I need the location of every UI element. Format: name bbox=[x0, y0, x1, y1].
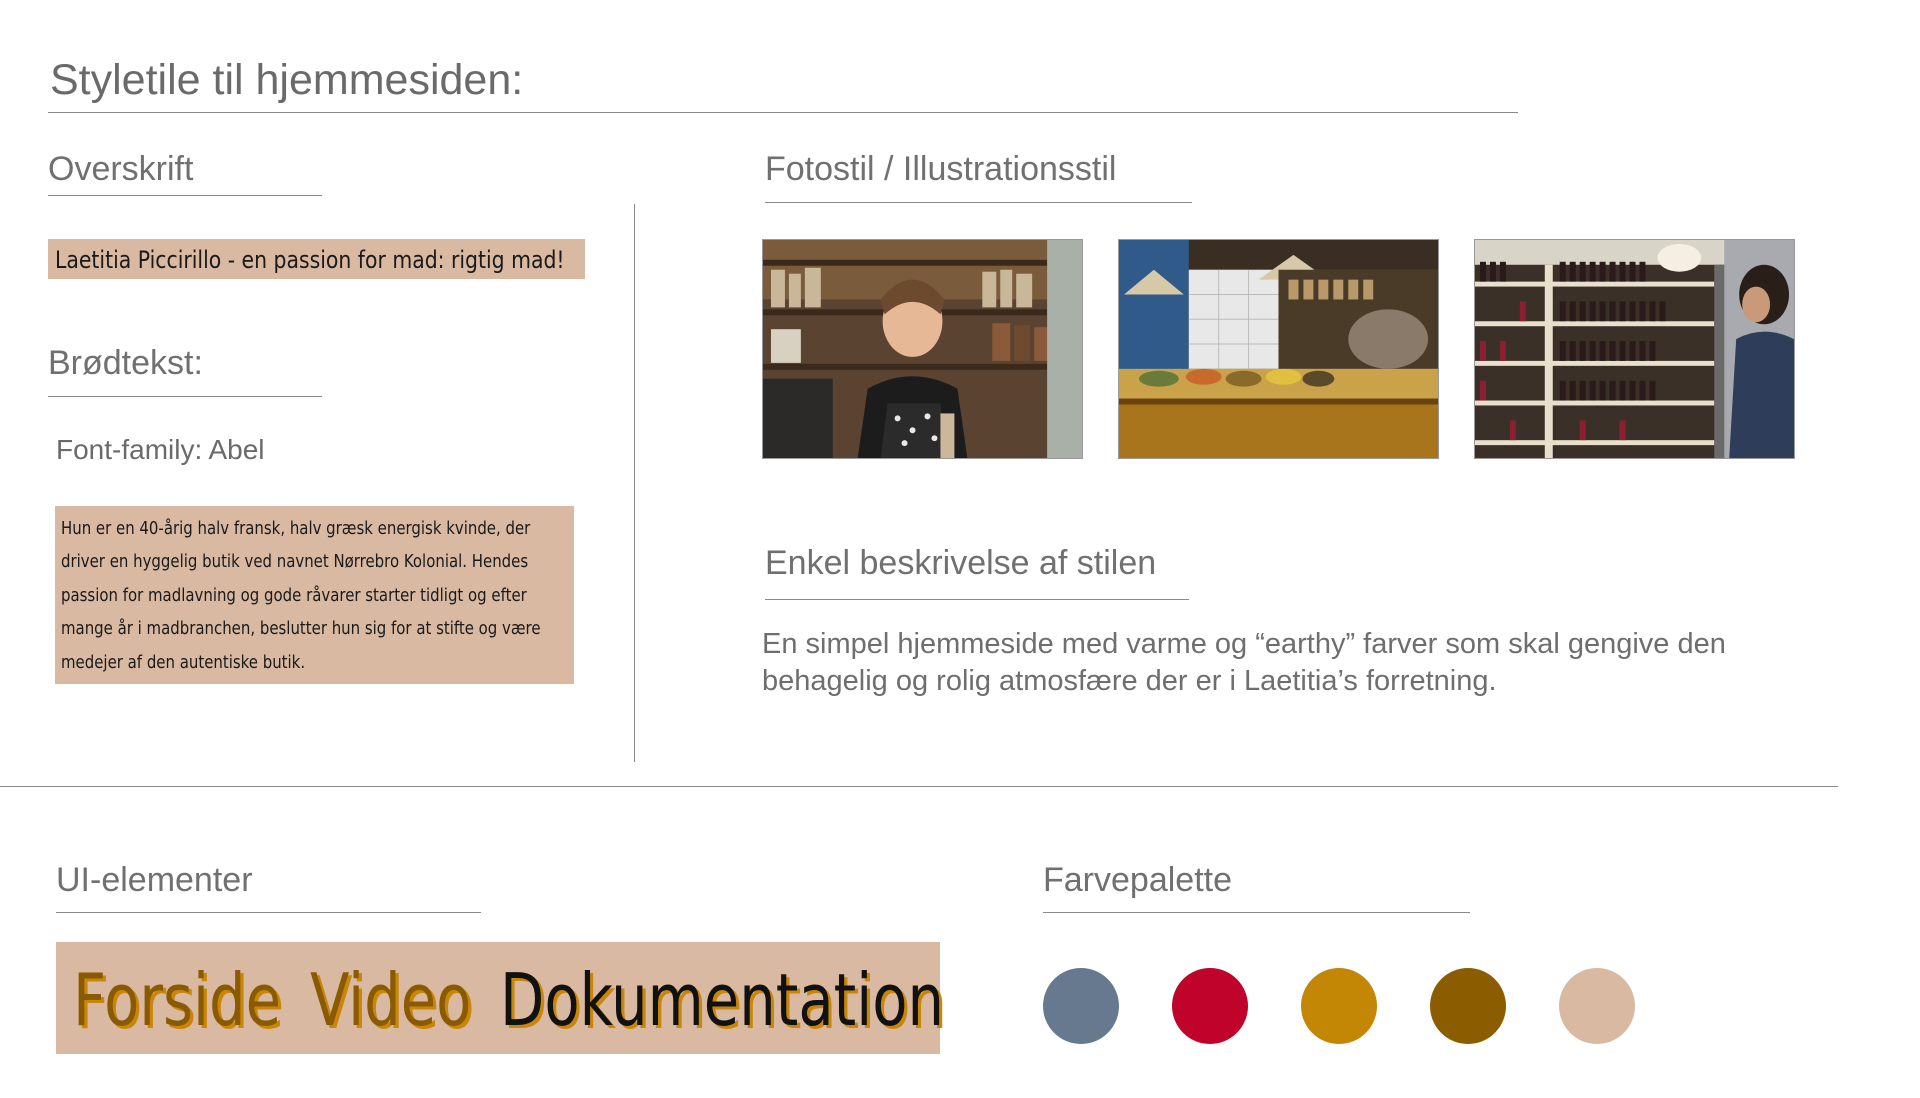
column-divider bbox=[634, 204, 635, 762]
shop-owner-photo bbox=[762, 239, 1083, 459]
ui-elements-divider bbox=[56, 912, 481, 913]
body-sample-line: medejer af den autentiske butik. bbox=[61, 651, 306, 673]
headline-sample-box: Laetitia Piccirillo - en passion for mad… bbox=[48, 239, 585, 279]
style-description: En simpel hjemmeside med varme og “earth… bbox=[762, 626, 1726, 700]
title-divider bbox=[48, 112, 1518, 113]
color-swatch-slate-blue bbox=[1043, 968, 1119, 1044]
deli-counter-photo bbox=[1118, 239, 1439, 459]
wine-shelves-photo bbox=[1474, 239, 1795, 459]
headline-sample-text: Laetitia Piccirillo - en passion for mad… bbox=[55, 246, 565, 274]
color-swatch-crimson bbox=[1172, 968, 1248, 1044]
description-heading: Enkel beskrivelse af stilen bbox=[765, 544, 1157, 582]
style-description-line: behagelig og rolig atmosfære der er i La… bbox=[762, 665, 1497, 697]
headline-heading: Overskrift bbox=[48, 150, 194, 188]
body-divider bbox=[48, 396, 322, 397]
body-heading: Brødtekst: bbox=[48, 344, 203, 382]
nav-item-dokumentation[interactable]: Dokumentation bbox=[500, 964, 944, 1036]
body-sample-text: Hun er en 40-årig halv fransk, halv græs… bbox=[61, 512, 541, 679]
palette-heading: Farvepalette bbox=[1043, 861, 1232, 899]
headline-divider bbox=[48, 195, 322, 196]
photo-divider bbox=[765, 202, 1192, 203]
body-sample-box: Hun er en 40-årig halv fransk, halv græs… bbox=[55, 506, 574, 684]
nav-item-forside[interactable]: Forside bbox=[73, 964, 281, 1036]
body-sample-line: mange år i madbranchen, beslutter hun si… bbox=[61, 618, 541, 640]
color-swatch-mustard bbox=[1301, 968, 1377, 1044]
font-family-label: Font-family: Abel bbox=[56, 434, 265, 465]
body-sample-line: passion for madlavning og gode råvarer s… bbox=[61, 584, 527, 606]
nav-item-video[interactable]: Video bbox=[310, 964, 471, 1036]
ui-elements-heading: UI-elementer bbox=[56, 861, 253, 899]
color-swatch-brown bbox=[1430, 968, 1506, 1044]
style-description-line: En simpel hjemmeside med varme og “earth… bbox=[762, 628, 1726, 660]
page-title: Styletile til hjemmesiden: bbox=[50, 56, 524, 104]
section-divider bbox=[0, 786, 1838, 787]
color-swatch-tan bbox=[1559, 968, 1635, 1044]
palette-divider bbox=[1043, 912, 1470, 913]
body-sample-line: Hun er en 40-årig halv fransk, halv græs… bbox=[61, 518, 531, 539]
description-divider bbox=[765, 599, 1189, 600]
nav-bar-sample: Forside Video Dokumentation bbox=[56, 942, 944, 1054]
body-sample-line: driver en hyggelig butik ved navnet Nørr… bbox=[61, 551, 529, 573]
photo-heading: Fotostil / Illustrationsstil bbox=[765, 150, 1117, 188]
